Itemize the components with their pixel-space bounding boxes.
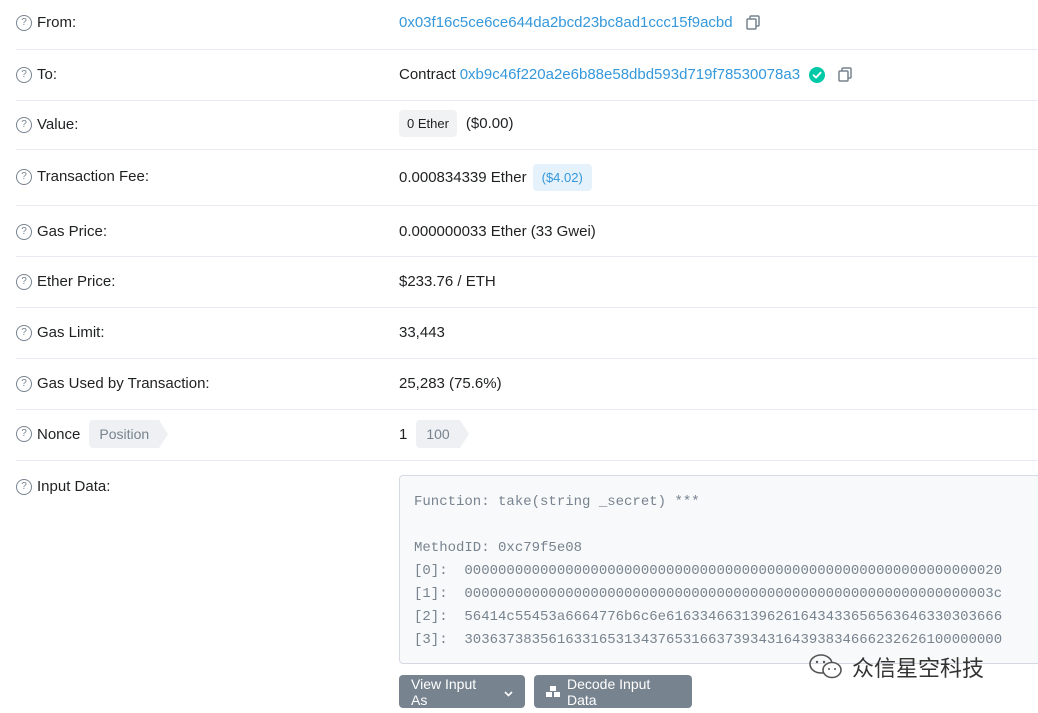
position-value-tag: 100 <box>416 420 470 448</box>
row-to: ? To: Contract 0xb9c46f220a2e6b88e58dbd5… <box>16 50 1038 101</box>
row-gas-price: ? Gas Price: 0.000000033 Ether (33 Gwei) <box>16 206 1038 257</box>
position-tag: Position <box>89 420 168 448</box>
help-icon[interactable]: ? <box>16 375 32 392</box>
verified-check-icon <box>809 66 826 83</box>
cubes-icon <box>546 685 560 698</box>
row-gas-limit: ? Gas Limit: 33,443 <box>16 308 1038 359</box>
gas-used-label: Gas Used by Transaction: <box>37 375 210 392</box>
watermark-text: 众信星空科技 <box>852 657 985 682</box>
from-value: 0x03f16c5ce6ce644da2bcd23bc8ad1ccc15f9ac… <box>399 14 761 31</box>
transaction-details: ? From: 0x03f16c5ce6ce644da2bcd23bc8ad1c… <box>0 0 1038 713</box>
contract-prefix: Contract <box>399 66 456 83</box>
fee-usd-badge: ($4.02) <box>532 164 592 191</box>
nonce-label: Nonce <box>37 425 81 443</box>
wechat-icon <box>808 653 844 681</box>
value-usd: ($0.00) <box>465 115 514 132</box>
fee-label-group: ? Transaction Fee: <box>16 168 149 185</box>
value-value: 0 Ether ($0.00) <box>399 110 513 137</box>
nonce-value: 1 <box>399 425 408 443</box>
help-icon[interactable]: ? <box>16 478 32 495</box>
decode-input-data-button[interactable]: Decode Input Data <box>534 675 692 708</box>
gas-price-value: 0.000000033 Ether (33 Gwei) <box>399 223 596 240</box>
ether-price-label-group: ? Ether Price: <box>16 273 115 290</box>
decode-input-data-label: Decode Input Data <box>567 675 651 708</box>
copy-icon[interactable] <box>745 15 761 30</box>
from-label-group: ? From: <box>16 14 76 31</box>
help-icon[interactable]: ? <box>16 168 32 185</box>
to-label-group: ? To: <box>16 66 57 83</box>
row-gas-used: ? Gas Used by Transaction: 25,283 (75.6%… <box>16 359 1038 410</box>
gas-price-label: Gas Price: <box>37 223 108 240</box>
fee-amount: 0.000834339 Ether <box>399 169 527 186</box>
ether-price-label: Ether Price: <box>37 273 116 290</box>
help-icon[interactable]: ? <box>16 324 32 341</box>
row-value: ? Value: 0 Ether ($0.00) <box>16 101 1038 150</box>
input-data-label: Input Data: <box>37 478 111 495</box>
input-data-label-group: ? Input Data: <box>16 478 110 495</box>
from-address-link[interactable]: 0x03f16c5ce6ce644da2bcd23bc8ad1ccc15f9ac… <box>399 14 733 31</box>
help-icon[interactable]: ? <box>16 223 32 240</box>
gas-price-label-group: ? Gas Price: <box>16 223 107 240</box>
value-label-group: ? Value: <box>16 116 78 133</box>
copy-icon[interactable] <box>838 67 853 82</box>
fee-label: Transaction Fee: <box>37 168 149 185</box>
input-data-textarea[interactable]: Function: take(string _secret) *** Metho… <box>399 475 1038 664</box>
help-icon[interactable]: ? <box>16 116 32 133</box>
help-icon[interactable]: ? <box>16 273 32 290</box>
row-nonce: ? Nonce Position 1 100 <box>16 410 1038 461</box>
ether-amount-badge: 0 Ether <box>399 110 457 137</box>
gas-limit-value: 33,443 <box>399 324 445 341</box>
row-transaction-fee: ? Transaction Fee: 0.000834339 Ether ($4… <box>16 150 1038 206</box>
help-icon[interactable]: ? <box>16 14 32 31</box>
value-label: Value: <box>37 116 79 133</box>
gas-used-label-group: ? Gas Used by Transaction: <box>16 375 210 392</box>
fee-value: 0.000834339 Ether ($4.02) <box>399 164 592 191</box>
gas-limit-label: Gas Limit: <box>37 324 105 341</box>
nonce-value-group: 1 100 <box>399 420 470 448</box>
help-icon[interactable]: ? <box>16 426 32 442</box>
view-input-as-button[interactable]: View Input As <box>399 675 525 708</box>
to-address-link[interactable]: 0xb9c46f220a2e6b88e58dbd593d719f78530078… <box>460 66 800 83</box>
help-icon[interactable]: ? <box>16 66 32 83</box>
from-label: From: <box>37 14 77 31</box>
gas-limit-label-group: ? Gas Limit: <box>16 324 105 341</box>
gas-used-value: 25,283 (75.6%) <box>399 375 502 392</box>
watermark: 众信星空科技 <box>808 651 984 683</box>
row-ether-price: ? Ether Price: $233.76 / ETH <box>16 257 1038 308</box>
to-label: To: <box>37 66 58 83</box>
view-input-as-label: View Input As <box>411 675 477 708</box>
to-value: Contract 0xb9c46f220a2e6b88e58dbd593d719… <box>399 66 853 83</box>
chevron-down-icon <box>504 684 513 700</box>
row-from: ? From: 0x03f16c5ce6ce644da2bcd23bc8ad1c… <box>16 0 1038 50</box>
nonce-label-group: ? Nonce Position <box>16 420 168 448</box>
ether-price-value: $233.76 / ETH <box>399 273 496 290</box>
